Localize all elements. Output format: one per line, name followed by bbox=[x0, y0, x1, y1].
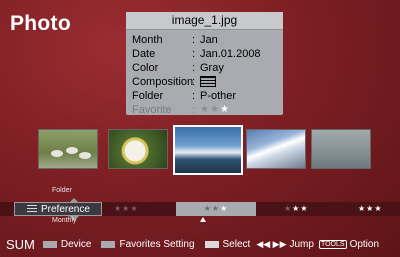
info-row-color: Color : Gray bbox=[126, 61, 283, 75]
pref-group-3-stars[interactable]: ★★★ bbox=[358, 202, 383, 216]
b-button-icon bbox=[42, 240, 57, 248]
info-value: Jan.01.2008 bbox=[200, 48, 261, 60]
chevron-up-icon bbox=[69, 198, 79, 203]
info-separator: : bbox=[192, 34, 196, 46]
info-separator: : bbox=[192, 62, 196, 74]
tools-icon: TOOLS bbox=[318, 239, 347, 249]
info-key: Color bbox=[132, 62, 159, 74]
select-label[interactable]: Select bbox=[223, 239, 251, 250]
info-value: Jan bbox=[200, 34, 218, 46]
thumbnail-flower[interactable] bbox=[108, 129, 168, 169]
info-row-favorite: Favorite : ★★★ bbox=[126, 103, 283, 117]
device-label[interactable]: Device bbox=[61, 239, 92, 250]
info-panel: image_1.jpg Month : Jan Date : Jan.01.20… bbox=[126, 12, 283, 117]
sort-prev-label[interactable]: Folder bbox=[52, 187, 72, 194]
page-title: Photo bbox=[10, 12, 71, 35]
jump-icon: ◀◀ ▶▶ bbox=[256, 238, 287, 249]
jump-label[interactable]: Jump bbox=[290, 239, 314, 250]
enter-button-icon bbox=[204, 240, 219, 248]
thumbnail-mountain[interactable] bbox=[246, 129, 306, 169]
screen-background: Photo image_1.jpg Month : Jan Date : Jan… bbox=[0, 0, 400, 257]
info-row-date: Date : Jan.01.2008 bbox=[126, 47, 283, 61]
option-label[interactable]: Option bbox=[350, 239, 379, 250]
info-value: Gray bbox=[200, 62, 224, 74]
preference-bar: Preference ★★★ ★★★ ★★★ ★★★ bbox=[0, 198, 400, 221]
info-key: Favorite bbox=[132, 104, 172, 116]
info-separator: : bbox=[192, 48, 196, 60]
info-key: Composition bbox=[132, 76, 194, 88]
info-separator: : bbox=[192, 76, 196, 88]
info-value: P-other bbox=[200, 90, 237, 102]
pref-group-0-stars[interactable]: ★★★ bbox=[114, 202, 139, 216]
sort-bar: Folder Preference ★★★ ★★★ ★★★ ★★★ Monthl… bbox=[0, 181, 400, 229]
thumbnail-landscape-selected[interactable] bbox=[173, 125, 243, 175]
favorite-stars: ★★★ bbox=[200, 104, 230, 115]
composition-icon bbox=[200, 75, 216, 87]
c-button-icon bbox=[101, 240, 116, 248]
thumbnail-strip bbox=[38, 124, 371, 176]
info-row-composition: Composition : bbox=[126, 75, 283, 89]
info-key: Folder bbox=[132, 90, 164, 102]
help-bar: SUM Device Favorites Setting Select ◀◀ ▶… bbox=[0, 234, 400, 254]
favorites-setting-label[interactable]: Favorites Setting bbox=[119, 239, 194, 250]
info-filename: image_1.jpg bbox=[126, 12, 283, 30]
info-row-month: Month : Jan bbox=[126, 33, 283, 47]
info-row-folder: Folder : P-other bbox=[126, 89, 283, 103]
info-separator: : bbox=[192, 90, 196, 102]
list-icon bbox=[27, 205, 37, 213]
sort-current-label: Preference bbox=[41, 203, 90, 215]
pref-group-2-stars[interactable]: ★★★ bbox=[284, 202, 309, 216]
info-separator: : bbox=[192, 104, 196, 116]
selection-pointer-icon bbox=[200, 217, 206, 222]
sort-next-label[interactable]: Monthly bbox=[52, 217, 77, 224]
thumbnail-sheep[interactable] bbox=[38, 129, 98, 169]
pref-group-1-stars-selected[interactable]: ★★★ bbox=[176, 202, 256, 216]
thumbnail-rocks[interactable] bbox=[311, 129, 371, 169]
sum-logo: SUM bbox=[6, 236, 35, 252]
info-key: Date bbox=[132, 48, 156, 60]
info-value bbox=[200, 75, 283, 89]
sort-current[interactable]: Preference bbox=[14, 198, 102, 221]
info-key: Month bbox=[132, 34, 163, 46]
